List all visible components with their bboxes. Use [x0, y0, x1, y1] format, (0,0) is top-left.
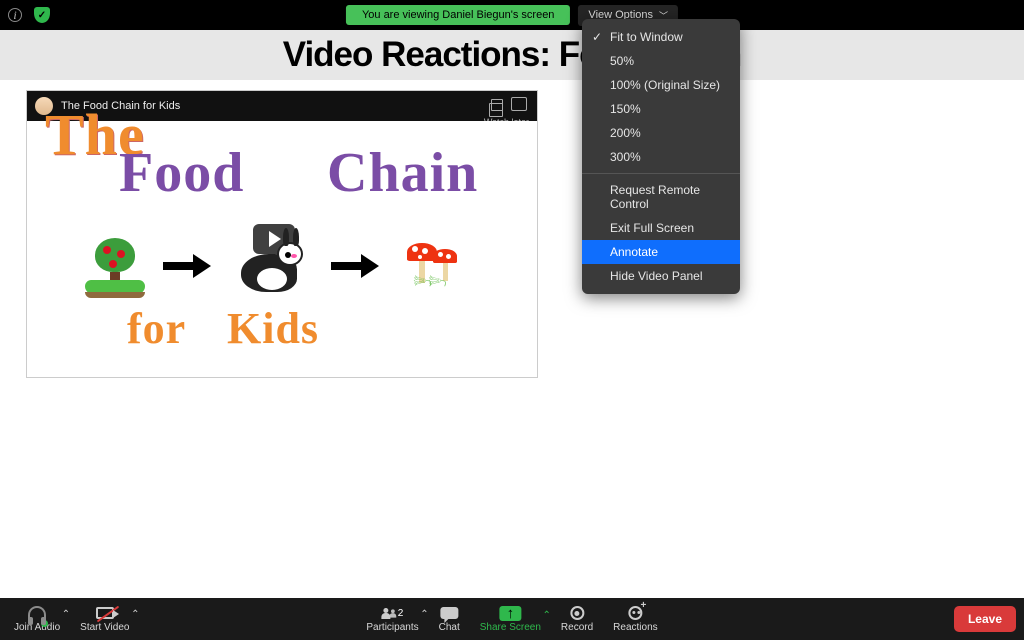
participants-icon: 2 — [382, 605, 404, 621]
viewing-banner: You are viewing Daniel Biegun's screen — [346, 5, 570, 25]
video-embed[interactable]: The Food Chain for Kids Watch later The … — [26, 90, 538, 378]
info-icon[interactable]: i — [8, 8, 22, 22]
join-audio-button[interactable]: Join Audio ⌃ — [4, 605, 70, 633]
chevron-up-icon[interactable]: ⌃ — [543, 610, 551, 621]
share-screen-button[interactable]: ↑ Share Screen ⌃ — [470, 606, 551, 633]
thumb-word-chain: Chain — [327, 141, 478, 205]
video-body: The Food Chain for Kids — [27, 121, 537, 377]
chevron-up-icon[interactable]: ⌃ — [131, 609, 139, 620]
mushroom-icon — [399, 239, 467, 293]
title-band: Video Reactions: Food Chain — [0, 30, 1024, 80]
menu-exit-full-screen[interactable]: Exit Full Screen — [582, 216, 740, 240]
thumb-word-for: for — [127, 303, 186, 354]
chevron-up-icon[interactable]: ⌃ — [62, 609, 70, 620]
chat-button[interactable]: Chat — [429, 605, 470, 633]
menu-zoom-200[interactable]: 200% — [582, 121, 740, 145]
reactions-icon — [628, 605, 642, 621]
camera-off-icon — [96, 605, 114, 621]
record-button[interactable]: Record — [551, 605, 603, 633]
start-video-button[interactable]: Start Video ⌃ — [70, 605, 139, 633]
menu-request-remote[interactable]: Request Remote Control — [582, 178, 740, 216]
food-chain-row — [87, 231, 507, 301]
leave-button[interactable]: Leave — [954, 606, 1016, 632]
participants-button[interactable]: 2 Participants ⌃ — [356, 605, 428, 633]
headphones-icon — [28, 605, 46, 621]
menu-zoom-50[interactable]: 50% — [582, 49, 740, 73]
tree-icon — [87, 238, 143, 294]
share-screen-icon: ↑ — [499, 606, 521, 621]
reactions-button[interactable]: Reactions — [603, 605, 667, 633]
top-bar: i You are viewing Daniel Biegun's screen… — [0, 0, 1024, 30]
thumb-word-food: Food — [119, 141, 244, 205]
menu-annotate[interactable]: Annotate — [582, 240, 740, 264]
arrow-icon — [331, 258, 379, 274]
view-options-menu: Fit to Window 50% 100% (Original Size) 1… — [582, 19, 740, 294]
menu-fit-to-window[interactable]: Fit to Window — [582, 25, 740, 49]
encryption-shield-icon[interactable] — [34, 7, 50, 23]
chevron-up-icon[interactable]: ⌃ — [420, 609, 428, 620]
bottom-toolbar: Join Audio ⌃ Start Video ⌃ 2 Participant… — [0, 598, 1024, 640]
rabbit-icon — [231, 236, 311, 296]
copy-link-icon[interactable] — [491, 99, 503, 111]
share-icon[interactable] — [511, 97, 527, 111]
content-area: The Food Chain for Kids Watch later The … — [0, 80, 1024, 598]
chat-icon — [440, 605, 458, 621]
arrow-icon — [163, 258, 211, 274]
thumb-word-kids: Kids — [227, 303, 319, 354]
menu-separator — [582, 173, 740, 174]
menu-zoom-150[interactable]: 150% — [582, 97, 740, 121]
menu-zoom-100[interactable]: 100% (Original Size) — [582, 73, 740, 97]
record-icon — [570, 605, 584, 621]
menu-hide-video-panel[interactable]: Hide Video Panel — [582, 264, 740, 288]
menu-zoom-300[interactable]: 300% — [582, 145, 740, 169]
